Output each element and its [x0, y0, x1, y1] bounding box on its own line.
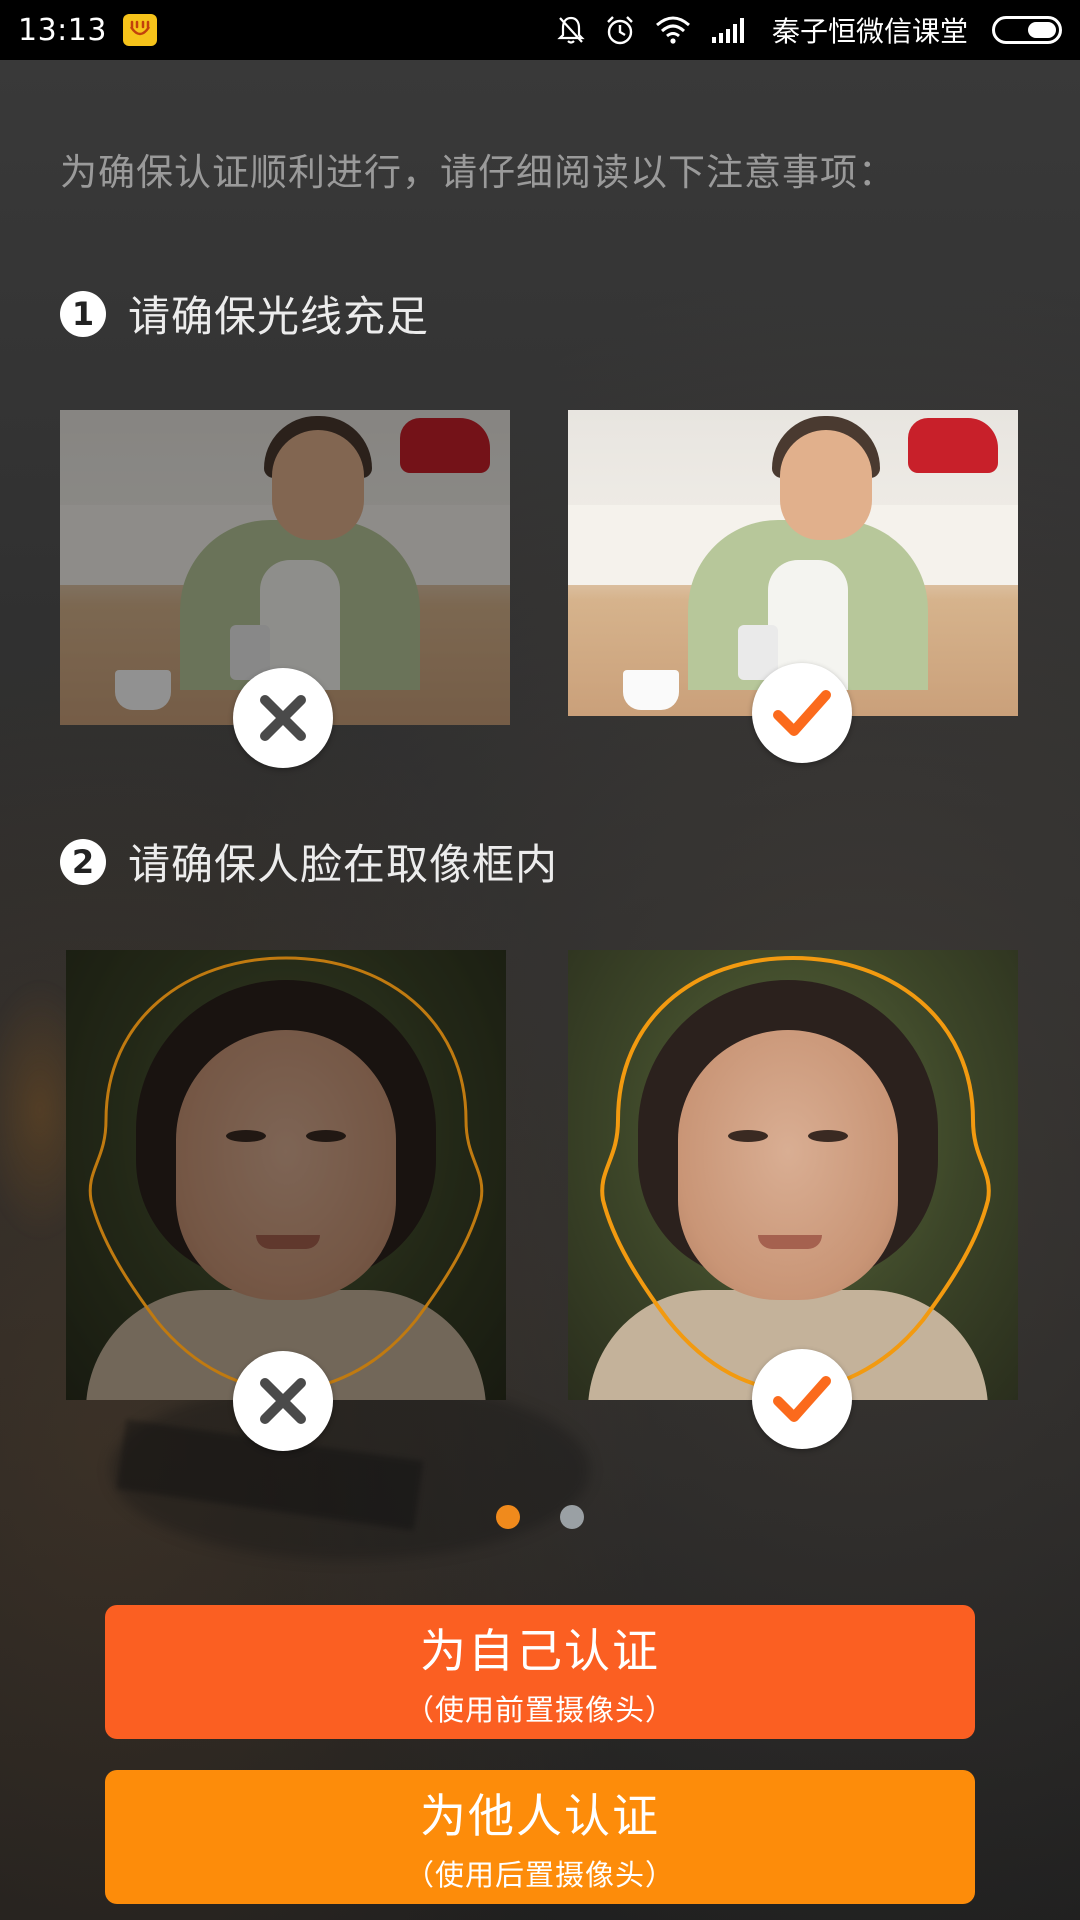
status-icons: 秦子恒微信课堂: [556, 10, 1062, 50]
face-frame-good-example: [568, 950, 1018, 1400]
mute-bell-icon: [557, 16, 585, 44]
status-bar: 13:13 秦子恒微信课堂: [0, 0, 1080, 60]
correct-icon: [752, 1349, 852, 1449]
page-dot-active[interactable]: [496, 1505, 520, 1529]
battery-icon: [992, 16, 1062, 44]
step-2-heading: 2 请确保人脸在取像框内: [60, 831, 558, 892]
correct-icon: [752, 663, 852, 763]
step-label: 请确保人脸在取像框内: [128, 840, 559, 889]
step-number: 2: [60, 838, 106, 885]
verify-others-subtitle: （使用后置摄像头）: [404, 1858, 675, 1892]
page-indicator: [0, 1505, 1080, 1529]
wrong-icon: [233, 668, 333, 768]
status-time: 13:13: [18, 12, 107, 48]
wrong-icon: [233, 1351, 333, 1451]
app-notification-icon: [122, 14, 157, 46]
status-carrier-text: 秦子恒微信课堂: [771, 15, 968, 48]
wifi-icon: [655, 16, 690, 44]
verify-self-button[interactable]: 为自己认证 （使用前置摄像头）: [105, 1605, 975, 1739]
verify-others-button[interactable]: 为他人认证 （使用后置摄像头）: [105, 1770, 975, 1904]
verify-self-title: 为自己认证: [420, 1624, 660, 1678]
step-number: 1: [60, 290, 106, 337]
face-frame-bad-example: [66, 950, 506, 1400]
verify-others-title: 为他人认证: [420, 1789, 660, 1843]
alarm-icon: [607, 16, 633, 45]
step-1-heading: 1 请确保光线充足: [60, 283, 429, 344]
page-dot[interactable]: [560, 1505, 584, 1529]
verify-self-subtitle: （使用前置摄像头）: [404, 1693, 675, 1727]
step-label: 请确保光线充足: [128, 292, 430, 341]
intro-text: 为确保认证顺利进行，请仔细阅读以下注意事项：: [60, 151, 896, 194]
verification-guide-screen: 13:13 秦子恒微信课堂 为确保认证顺利进行，请仔细阅读以下注意事项： 1 请…: [0, 0, 1080, 1920]
signal-icon: [711, 18, 744, 43]
